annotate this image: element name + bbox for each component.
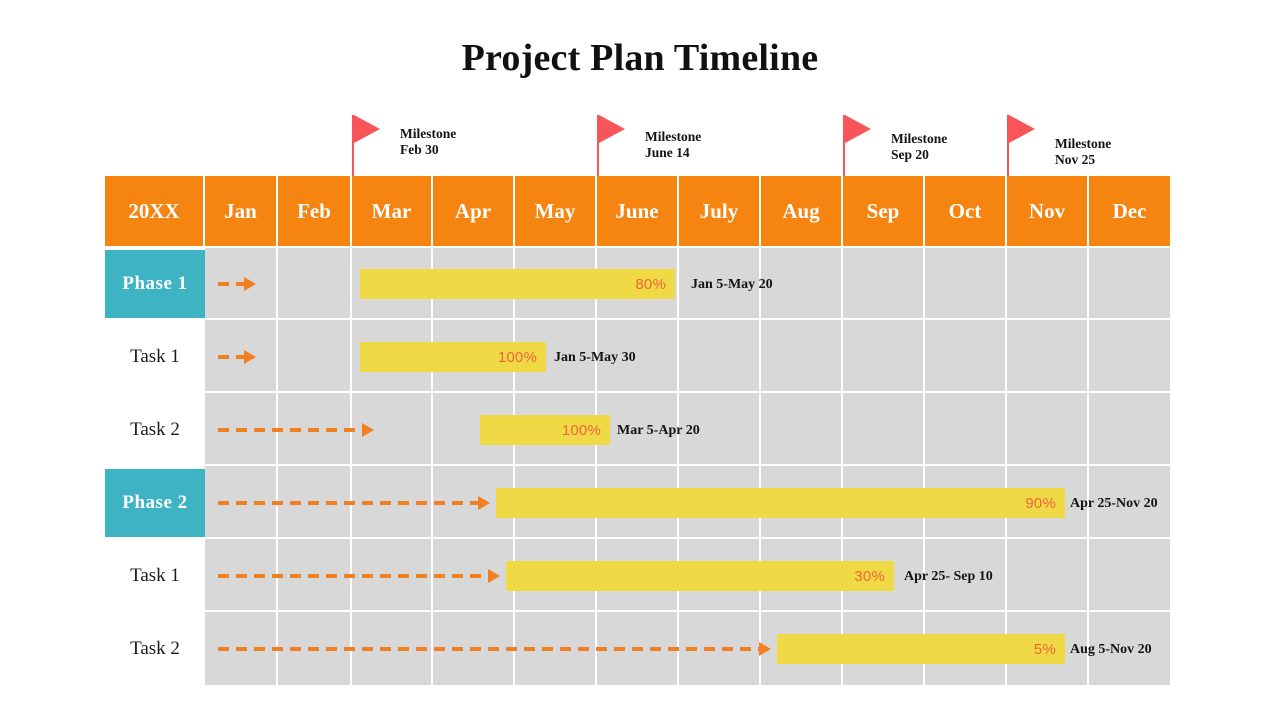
header-cell-july[interactable]: July (679, 176, 761, 246)
row-label-task-1b: Task 1 (130, 565, 180, 586)
header-cell-june[interactable]: June (597, 176, 679, 246)
dependency-line (218, 647, 761, 651)
page-title: Project Plan Timeline (461, 37, 819, 79)
date-range-label: Aug 5-Nov 20 (1070, 642, 1152, 657)
header-cell-year: 20XX (105, 176, 205, 246)
dependency-line (218, 355, 246, 359)
milestone-label-3: Milestone Sep 20 (891, 131, 947, 164)
milestone-date-3: Sep 20 (891, 147, 929, 163)
milestone-date-1: Feb 30 (400, 142, 439, 158)
timeline-header-row: 20XX Jan Feb Mar Apr May June July Aug S… (105, 176, 1170, 246)
slide-canvas: Project Plan Timeline Milestone Feb 30 M… (0, 0, 1280, 720)
header-cell-jan[interactable]: Jan (205, 176, 278, 246)
milestone-flag-icon (599, 115, 625, 143)
arrow-icon (478, 496, 490, 510)
milestone-title-1: Milestone (400, 126, 457, 141)
header-cell-sep[interactable]: Sep (843, 176, 925, 246)
milestone-date-2: June 14 (645, 145, 690, 161)
arrow-icon (488, 569, 500, 583)
arrow-icon (244, 350, 256, 364)
progress-percent: 30% (854, 567, 885, 585)
milestone-label-1: Milestone Feb 30 (400, 126, 456, 159)
dependency-line (218, 428, 364, 432)
gantt-chart: 20XX Jan Feb Mar Apr May June July Aug S… (105, 176, 1170, 685)
progress-percent: 80% (635, 275, 666, 293)
gantt-bar-phase-2[interactable]: 90% (496, 488, 1065, 518)
row-label-task-1a: Task 1 (130, 346, 180, 367)
gantt-row-phase-1[interactable]: Phase 1 80% Jan 5-May 20 (105, 248, 1170, 320)
progress-percent: 100% (561, 421, 601, 439)
milestone-flag-icon (354, 115, 380, 143)
header-cell-mar[interactable]: Mar (352, 176, 433, 246)
gantt-row-task-1a[interactable]: Task 1 100% Jan 5-May 30 (105, 321, 1170, 393)
header-cell-feb[interactable]: Feb (278, 176, 352, 246)
milestone-title-3: Milestone (891, 131, 948, 146)
milestone-label-4: Milestone Nov 25 (1055, 136, 1111, 169)
gantt-bar-task-1a[interactable]: 100% (360, 342, 546, 372)
milestone-title-2: Milestone (645, 129, 702, 144)
gantt-bar-phase-1[interactable]: 80% (360, 269, 675, 299)
date-range-label: Apr 25-Nov 20 (1070, 496, 1158, 511)
gantt-bar-task-2b[interactable]: 5% (777, 634, 1065, 664)
gantt-row-task-2a[interactable]: Task 2 100% Mar 5-Apr 20 (105, 394, 1170, 466)
row-label-phase-2: Phase 2 (105, 467, 205, 539)
dependency-line (218, 282, 246, 286)
milestone-title-4: Milestone (1055, 136, 1112, 151)
milestone-flag-icon (1009, 115, 1035, 143)
phase-chip: Phase 2 (105, 469, 205, 537)
row-label-task-2a: Task 2 (130, 419, 180, 440)
progress-percent: 90% (1025, 494, 1056, 512)
date-range-label: Jan 5-May 30 (554, 350, 636, 365)
row-label-task-2b: Task 2 (130, 638, 180, 659)
dependency-line (218, 501, 480, 505)
header-cell-nov[interactable]: Nov (1007, 176, 1089, 246)
milestone-date-4: Nov 25 (1055, 152, 1096, 168)
gantt-bar-task-1b[interactable]: 30% (506, 561, 894, 591)
date-range-label: Apr 25- Sep 10 (904, 569, 993, 584)
progress-percent: 100% (497, 348, 537, 366)
arrow-icon (244, 277, 256, 291)
arrow-icon (362, 423, 374, 437)
header-cell-apr[interactable]: Apr (433, 176, 515, 246)
header-cell-aug[interactable]: Aug (761, 176, 843, 246)
progress-percent: 5% (1033, 640, 1056, 658)
date-range-label: Jan 5-May 20 (691, 277, 773, 292)
arrow-icon (759, 642, 771, 656)
gantt-row-task-1b[interactable]: Task 1 30% Apr 25- Sep 10 (105, 540, 1170, 612)
dependency-line (218, 574, 490, 578)
row-label-phase-1: Phase 1 (105, 248, 205, 320)
milestone-flag-icon (845, 115, 871, 143)
phase-chip: Phase 1 (105, 250, 205, 318)
gantt-bar-task-2a[interactable]: 100% (480, 415, 610, 445)
header-cell-dec[interactable]: Dec (1089, 176, 1170, 246)
header-cell-may[interactable]: May (515, 176, 597, 246)
header-cell-oct[interactable]: Oct (925, 176, 1007, 246)
gantt-row-task-2b[interactable]: Task 2 5% Aug 5-Nov 20 (105, 613, 1170, 685)
date-range-label: Mar 5-Apr 20 (617, 423, 700, 438)
milestone-label-2: Milestone June 14 (645, 129, 701, 162)
gantt-row-phase-2[interactable]: Phase 2 90% Apr 25-Nov 20 (105, 467, 1170, 539)
